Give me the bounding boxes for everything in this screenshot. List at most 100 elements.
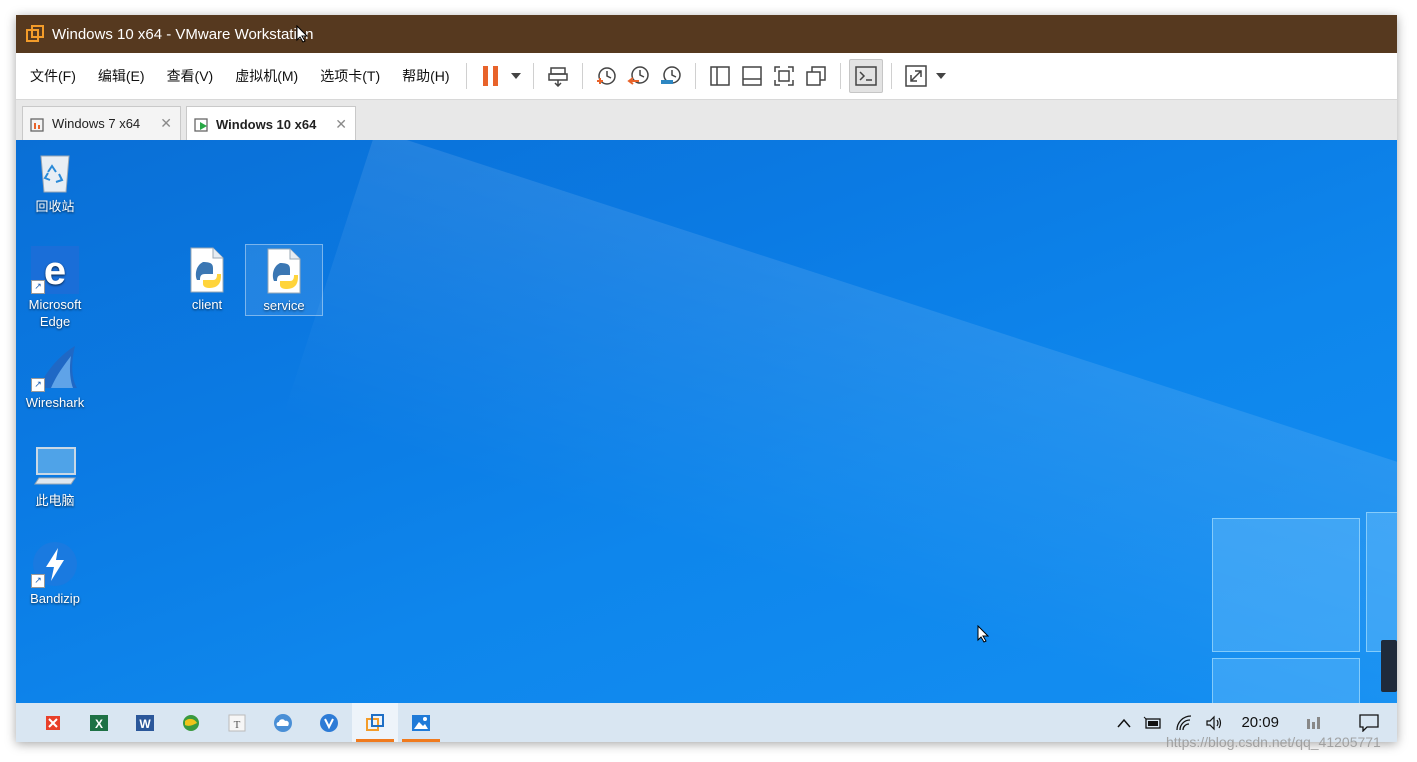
- taskbar-app-photos[interactable]: [398, 703, 444, 742]
- python-file-icon: [267, 248, 301, 294]
- battery-icon: [1144, 716, 1162, 729]
- volume-button[interactable]: [1199, 715, 1229, 731]
- toolbar-separator: [581, 63, 583, 89]
- desktop-icon-this-pc[interactable]: 此电脑: [17, 442, 93, 509]
- notification-icon: [1359, 713, 1379, 732]
- watermark-text: https://blog.csdn.net/qq_41205771: [1166, 734, 1381, 750]
- taskbar-app-wps[interactable]: [30, 703, 76, 742]
- close-icon[interactable]: ✕: [335, 116, 347, 133]
- snapshot-button[interactable]: [591, 60, 623, 92]
- thumbnail-bar-button[interactable]: [736, 60, 768, 92]
- taskbar-app-word[interactable]: W: [122, 703, 168, 742]
- wallpaper-logo-pane: [1212, 658, 1360, 703]
- menu-vm[interactable]: 虚拟机(M): [227, 66, 306, 86]
- tab-windows-10[interactable]: Windows 10 x64 ✕: [186, 106, 356, 141]
- svg-text:X: X: [95, 717, 103, 731]
- vivaldi-icon: [320, 713, 338, 732]
- revert-snapshot-button[interactable]: [623, 60, 655, 92]
- desktop-icon-service[interactable]: service: [245, 244, 323, 316]
- vmware-window: Windows 10 x64 - VMware Workstation 文件(F…: [16, 15, 1397, 742]
- battery-button[interactable]: [1137, 716, 1169, 730]
- svg-text:T: T: [234, 719, 241, 731]
- full-screen-button[interactable]: [768, 60, 800, 92]
- close-icon[interactable]: ✕: [160, 115, 172, 132]
- vm-running-icon: [194, 118, 208, 132]
- desktop-icon-label: 回收站: [35, 199, 75, 214]
- desktop-icon-edge[interactable]: e ↗ Microsoft Edge: [17, 246, 93, 330]
- desktop-icon-bandizip[interactable]: ↗ Bandizip: [17, 540, 93, 607]
- power-dropdown-button[interactable]: [507, 60, 525, 92]
- unity-icon: [805, 66, 826, 86]
- excel-icon: X: [90, 714, 108, 731]
- title-bar[interactable]: Windows 10 x64 - VMware Workstation: [16, 15, 1397, 53]
- taskbar-app-cloud[interactable]: [260, 703, 306, 742]
- desktop-icon-client[interactable]: client: [169, 246, 245, 313]
- full-screen-icon: [773, 66, 794, 86]
- thumbnail-bar-icon: [741, 66, 762, 86]
- show-library-button[interactable]: [704, 60, 736, 92]
- vm-desktop[interactable]: 回收站 e ↗ Microsoft Edge ↗ Wireshark 此电脑 ↗…: [16, 140, 1397, 703]
- wifi-icon: [1176, 714, 1192, 730]
- menu-bar: 文件(F) 编辑(E) 查看(V) 虚拟机(M) 选项卡(T) 帮助(H): [16, 53, 1397, 100]
- desktop-icon-label: client: [191, 297, 223, 312]
- console-view-button[interactable]: [848, 59, 883, 93]
- vm-tab-icon: [30, 117, 44, 132]
- window-title: Windows 10 x64 - VMware Workstation: [52, 25, 314, 43]
- desktop-icon-label: Wireshark: [25, 395, 85, 410]
- tab-windows-7[interactable]: Windows 7 x64 ✕: [22, 106, 181, 140]
- wallpaper-logo-pane: [1212, 518, 1360, 652]
- menu-view[interactable]: 查看(V): [159, 66, 222, 86]
- word-icon: W: [136, 714, 154, 731]
- vmware-app-icon: [26, 25, 44, 42]
- action-center-button[interactable]: [1337, 713, 1397, 732]
- desktop-icon-recycle-bin[interactable]: 回收站: [17, 148, 93, 215]
- menu-file[interactable]: 文件(F): [22, 66, 84, 86]
- tab-label: Windows 10 x64: [216, 116, 317, 132]
- photos-icon: [412, 714, 430, 731]
- chevron-up-icon: [1117, 718, 1132, 727]
- pause-icon: [482, 66, 498, 86]
- vmware-icon: [366, 713, 384, 731]
- python-file-icon: [190, 247, 224, 293]
- show-hidden-icons-button[interactable]: [1111, 718, 1137, 728]
- show-library-icon: [709, 66, 730, 86]
- menu-help[interactable]: 帮助(H): [394, 66, 457, 86]
- clock[interactable]: 20:09: [1229, 714, 1291, 731]
- unity-button[interactable]: [800, 60, 832, 92]
- send-ctrl-alt-del-icon: [547, 67, 568, 87]
- toolbar-separator: [465, 63, 467, 89]
- taskbar-app-vmware[interactable]: [352, 703, 398, 742]
- taskbar-app-vivaldi[interactable]: [306, 703, 352, 742]
- taskbar-app-browser[interactable]: [168, 703, 214, 742]
- stretch-dropdown-button[interactable]: [932, 60, 950, 92]
- taskbar-app-typora[interactable]: T: [214, 703, 260, 742]
- svg-text:e: e: [44, 249, 66, 293]
- stretch-button[interactable]: [900, 60, 932, 92]
- dropdown-icon: [510, 73, 521, 79]
- tab-bar: Windows 7 x64 ✕ Windows 10 x64 ✕: [16, 100, 1397, 141]
- network-button[interactable]: [1169, 714, 1199, 731]
- shortcut-arrow-icon: ↗: [31, 378, 45, 392]
- toolbar-separator: [694, 63, 696, 89]
- pause-button[interactable]: [475, 60, 507, 92]
- cloud-icon: [274, 713, 292, 732]
- input-indicator[interactable]: [1291, 715, 1337, 731]
- shortcut-arrow-icon: ↗: [31, 574, 45, 588]
- snapshot-manager-icon: [660, 66, 681, 84]
- send-ctrl-alt-del-button[interactable]: [542, 60, 574, 92]
- typora-icon: T: [228, 714, 246, 731]
- revert-snapshot-icon: [626, 66, 649, 85]
- this-pc-icon: [34, 447, 76, 485]
- browser-icon: [183, 714, 199, 731]
- taskbar-app-excel[interactable]: X: [76, 703, 122, 742]
- snapshot-manager-button[interactable]: [655, 60, 687, 92]
- desktop-icon-wireshark[interactable]: ↗ Wireshark: [17, 344, 93, 411]
- toolbar-separator: [839, 63, 841, 89]
- mouse-cursor-icon: [977, 625, 989, 643]
- desktop-icon-label: 此电脑: [35, 493, 75, 508]
- desktop-icon-label: service: [263, 298, 305, 313]
- menu-tabs[interactable]: 选项卡(T): [312, 66, 388, 86]
- toolbar-separator: [532, 63, 534, 89]
- menu-edit[interactable]: 编辑(E): [90, 66, 153, 86]
- resize-handle[interactable]: [1381, 640, 1397, 692]
